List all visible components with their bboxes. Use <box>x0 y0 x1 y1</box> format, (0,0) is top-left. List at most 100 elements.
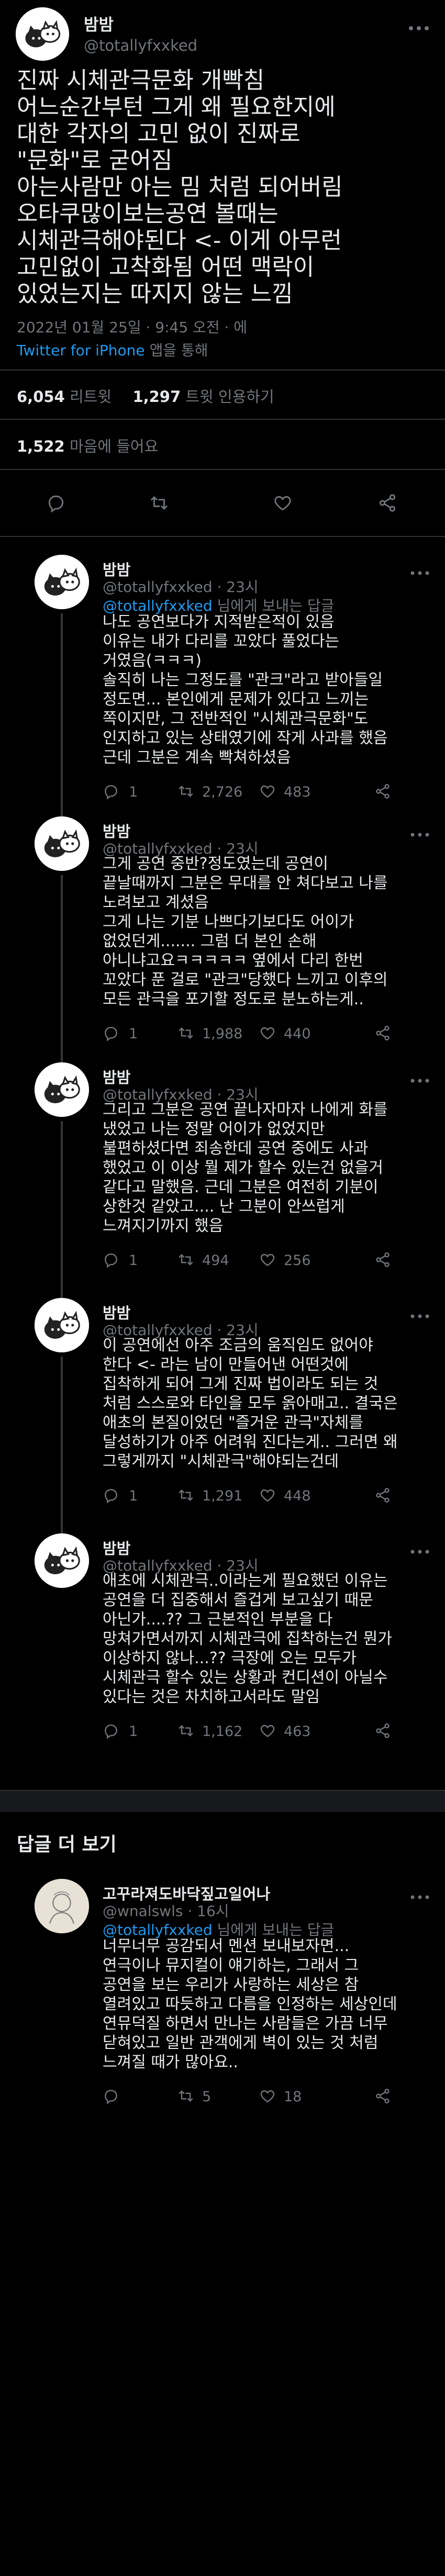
reply-line: 그리고 그분은 공연 끝나자마자 나에게 화를 <box>103 1101 388 1119</box>
reply-icon <box>103 1487 119 1504</box>
retweet-button[interactable] <box>177 1025 195 1041</box>
reply-icon <box>103 1722 119 1739</box>
reply-line: 모든 관극을 포기할 정도로 분노하는게.. <box>103 990 364 1009</box>
like-count: 448 <box>284 1488 311 1504</box>
share-button[interactable] <box>377 493 398 513</box>
reply-action-bar: 1 2,726 483 <box>103 783 417 804</box>
avatar[interactable] <box>35 816 89 871</box>
reply-line: 닫혀있고 일반 관객에게 벽이 있는 것 처럼 <box>103 2034 379 2052</box>
quotes-stat[interactable]: 1,297 트윗 인용하기 <box>132 388 274 406</box>
share-icon <box>374 1722 392 1739</box>
divider <box>0 419 445 420</box>
like-button[interactable] <box>259 1722 276 1739</box>
retweet-count: 1,291 <box>202 1488 243 1504</box>
reply-line: 인지하고 있는 상태였기에 작게 사과를 했음 <box>103 729 388 747</box>
retweet-button[interactable] <box>177 1722 195 1739</box>
tweet-line: 있었는지는 따지지 않는 느낌 <box>17 281 293 307</box>
more-options-icon[interactable] <box>410 1075 429 1083</box>
retweet-button[interactable] <box>177 783 195 800</box>
reply-button[interactable] <box>46 493 66 513</box>
retweet-icon <box>151 496 168 510</box>
timestamp-text[interactable]: 2022년 01월 25일 · 9:45 오전 · 에 <box>17 319 247 336</box>
like-button[interactable] <box>259 783 276 800</box>
reply-line: 했었고 이 이상 뭘 제가 할수 있는건 없을거 <box>103 1159 383 1177</box>
share-icon <box>374 1487 392 1504</box>
like-button[interactable] <box>259 1251 276 1268</box>
like-button[interactable] <box>259 1025 276 1041</box>
more-options-icon[interactable] <box>410 829 429 837</box>
reply-icon <box>103 1251 119 1268</box>
retweet-button[interactable] <box>177 2088 195 2104</box>
avatar[interactable] <box>35 1533 89 1588</box>
reply-meta: @wnalswls · 16시 <box>103 1900 229 1921</box>
avatar[interactable] <box>35 1879 89 1933</box>
avatar[interactable] <box>16 7 69 61</box>
reply-button[interactable] <box>103 1025 119 1041</box>
share-button[interactable] <box>374 1487 392 1504</box>
like-count: 440 <box>284 1026 311 1042</box>
reply-button[interactable] <box>103 2088 119 2104</box>
reply-line: 꼬았다 푼 걸로 "관크"당했다 느끼고 이후의 <box>103 971 388 989</box>
reply-line: 불편하셨다면 죄송한데 공연 중에도 사과 <box>103 1139 369 1158</box>
more-options-icon[interactable] <box>410 1891 429 1899</box>
share-button[interactable] <box>374 1025 392 1041</box>
reply-button[interactable] <box>103 1487 119 1504</box>
reply-line: 한다 <- 라는 남이 만들어낸 어떤것에 <box>103 1356 349 1374</box>
reply-action-bar: 1 1,162 463 <box>103 1722 417 1743</box>
reply-icon <box>103 783 119 800</box>
reply-line: 열려있고 따듯하고 다름을 인정하는 세상인데 <box>103 1995 397 2013</box>
heart-icon <box>259 1251 276 1268</box>
tweet-line: 오타쿠많이보는공연 볼때는 <box>17 200 279 227</box>
avatar[interactable] <box>35 555 89 609</box>
heart-icon <box>259 2088 276 2104</box>
reply-icon <box>48 495 64 513</box>
reply-button[interactable] <box>103 783 119 800</box>
reply-action-bar: 1 1,988 440 <box>103 1025 417 1046</box>
retweet-button[interactable] <box>177 1251 195 1268</box>
more-options-icon[interactable] <box>410 1311 429 1318</box>
reply-author-handle[interactable]: @wnalswls <box>103 1902 183 1920</box>
like-count: 463 <box>284 1723 311 1740</box>
heart-icon <box>259 1722 276 1739</box>
reply-line: 있다는 것은 차치하고서라도 말임 <box>103 1688 320 1706</box>
reply-time[interactable]: · 23시 <box>217 578 259 596</box>
source-app-link[interactable]: Twitter for iPhone <box>17 342 145 359</box>
reply-count: 1 <box>129 1488 138 1504</box>
more-options-icon[interactable] <box>408 23 429 30</box>
tweet-timestamp[interactable]: 2022년 01월 25일 · 9:45 오전 · 에 <box>17 316 247 337</box>
retweet-button[interactable] <box>177 1487 195 1504</box>
reply-line: 달성하기가 아주 어려워 진다는게.. 그러면 왜 <box>103 1433 398 1451</box>
tweet-line: "문화"로 굳어짐 <box>17 147 173 174</box>
retweet-icon <box>177 783 195 800</box>
author-name[interactable]: 밤밤 <box>84 12 114 35</box>
more-options-icon[interactable] <box>410 567 429 575</box>
reply-button[interactable] <box>103 1722 119 1739</box>
retweet-button[interactable] <box>149 493 170 513</box>
like-button[interactable] <box>272 493 293 513</box>
like-count: 483 <box>284 784 311 800</box>
share-button[interactable] <box>374 1251 392 1268</box>
share-button[interactable] <box>374 1722 392 1739</box>
avatar[interactable] <box>35 1298 89 1352</box>
reply-body: 이 공연에선 아주 조금의 움직임도 없어야 한다 <- 라는 남이 만들어낸 어… <box>103 1336 429 1471</box>
reply-body: 애초에 시체관극..이라는게 필요했던 이유는 공연을 더 집중해서 즐겁게 보고… <box>103 1571 429 1707</box>
share-button[interactable] <box>374 2088 392 2104</box>
more-options-icon[interactable] <box>410 1546 429 1554</box>
reply-button[interactable] <box>103 1251 119 1268</box>
retweet-count: 494 <box>202 1252 229 1269</box>
quotes-count: 1,297 <box>132 388 181 406</box>
retweets-stat[interactable]: 6,054 리트윗 <box>17 388 112 406</box>
likes-stat[interactable]: 1,522 마음에 들어요 <box>17 434 158 456</box>
reply-line: 나도 공연보다가 지적받은적이 있음 <box>103 613 335 631</box>
author-handle[interactable]: @totallyfxxked <box>84 37 197 54</box>
avatar[interactable] <box>35 1062 89 1117</box>
share-button[interactable] <box>374 783 392 800</box>
thread-line <box>61 1357 63 1533</box>
reply-line: 근데 그분은 계속 빡쳐하셨음 <box>103 748 291 767</box>
divider <box>0 536 445 537</box>
like-button[interactable] <box>259 1487 276 1504</box>
avatar-cat-icon <box>35 1062 89 1117</box>
reply-author-handle[interactable]: @totallyfxxked <box>103 578 213 596</box>
like-button[interactable] <box>259 2088 276 2104</box>
reply-time[interactable]: · 16시 <box>187 1902 229 1920</box>
